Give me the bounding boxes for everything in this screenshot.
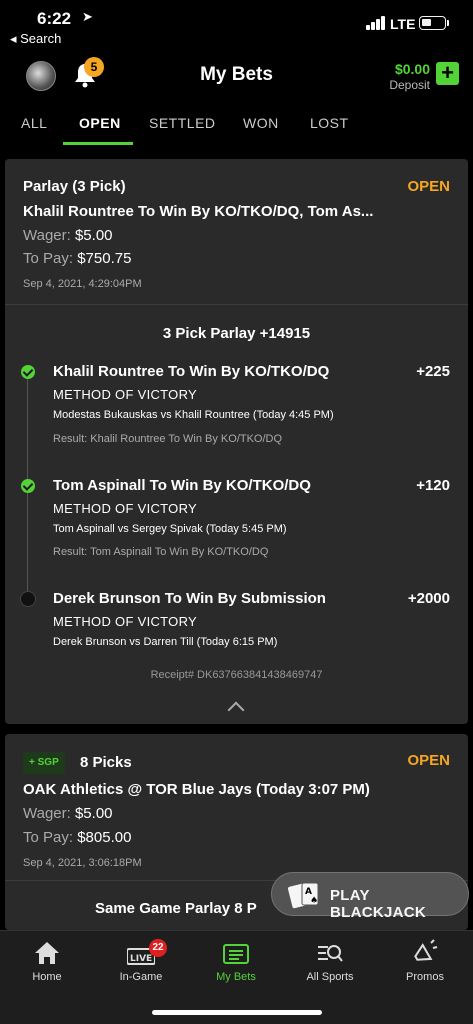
- back-to-search-link[interactable]: ◂ Search: [10, 31, 61, 47]
- tab-won[interactable]: WON: [243, 115, 279, 131]
- signal-icon: [366, 16, 386, 30]
- svg-text:♠: ♠: [310, 896, 318, 906]
- live-count-badge: 22: [149, 939, 167, 957]
- clock: 6:22: [37, 9, 72, 28]
- nav-my-bets[interactable]: My Bets: [189, 931, 283, 991]
- won-check-icon: [21, 365, 35, 379]
- to-pay-label: To Pay:: [23, 250, 74, 267]
- to-pay-row: To Pay: $750.75: [23, 250, 131, 267]
- leg-market: METHOD OF VICTORY: [53, 614, 198, 629]
- status-bar: 6:22 ➤ ◂ Search LTE: [0, 0, 473, 52]
- nav-label: In-Game: [119, 971, 163, 983]
- deposit-label: Deposit: [389, 78, 430, 92]
- pending-dot-icon: [20, 591, 36, 607]
- leg-market: METHOD OF VICTORY: [53, 501, 198, 516]
- header: 5 My Bets $0.00 Deposit +: [0, 52, 473, 100]
- receipt-number: Receipt# DK637663841438469747: [150, 669, 323, 681]
- svg-text:LIVE: LIVE: [130, 954, 152, 964]
- leg-title: Derek Brunson To Win By Submission: [53, 590, 326, 607]
- play-blackjack-button[interactable]: A ♠ PLAY BLACKJACK: [271, 872, 469, 921]
- bet-type: 8 Picks: [80, 754, 132, 771]
- bet-status: OPEN: [407, 178, 450, 195]
- deposit-add-button[interactable]: +: [436, 62, 459, 85]
- divider: [5, 304, 468, 305]
- tab-open[interactable]: OPEN: [79, 115, 121, 131]
- placed-date: Sep 4, 2021, 4:29:04PM: [23, 278, 142, 290]
- battery-icon: [419, 16, 446, 30]
- to-pay-label: To Pay:: [23, 829, 74, 846]
- tab-lost[interactable]: LOST: [310, 115, 349, 131]
- megaphone-icon: [414, 939, 438, 961]
- list-search-icon: [318, 945, 343, 962]
- leg-odds: +120: [416, 477, 450, 494]
- nav-label: My Bets: [216, 971, 256, 983]
- leg-event: Derek Brunson vs Darren Till (Today 6:15…: [53, 636, 278, 648]
- to-pay-row: To Pay: $805.00: [23, 829, 131, 846]
- leg-title: Khalil Rountree To Win By KO/TKO/DQ: [53, 363, 330, 380]
- leg-odds: +225: [416, 363, 450, 380]
- balance[interactable]: $0.00 Deposit: [389, 61, 430, 92]
- leg-odds: +2000: [407, 590, 450, 607]
- to-pay-amount: $750.75: [77, 250, 132, 267]
- bet-filter-tabs: ALL OPEN SETTLED WON LOST: [0, 100, 473, 146]
- bet-title: Khalil Rountree To Win By KO/TKO/DQ, Tom…: [23, 203, 374, 220]
- nav-all-sports[interactable]: All Sports: [283, 931, 377, 991]
- placed-date: Sep 4, 2021, 3:06:18PM: [23, 857, 142, 869]
- home-indicator[interactable]: [152, 1010, 322, 1015]
- wager-amount: $5.00: [74, 805, 113, 822]
- parlay-header: 3 Pick Parlay +14915: [162, 325, 311, 342]
- sgp-badge: + SGP: [23, 752, 65, 774]
- leg-title: Tom Aspinall To Win By KO/TKO/DQ: [53, 477, 311, 494]
- leg-result: Result: Khalil Rountree To Win By KO/TKO…: [53, 433, 283, 445]
- playing-cards-icon: A ♠: [288, 882, 319, 909]
- tab-settled[interactable]: SETTLED: [149, 115, 216, 131]
- wager-label: Wager:: [23, 227, 71, 244]
- chevron-up-icon[interactable]: [227, 701, 245, 719]
- active-tab-indicator: [63, 142, 133, 145]
- leg-market: METHOD OF VICTORY: [53, 387, 198, 402]
- balance-amount: $0.00: [394, 61, 430, 77]
- home-icon: [35, 942, 59, 964]
- play-blackjack-label: PLAY BLACKJACK: [330, 887, 427, 921]
- nav-label: All Sports: [306, 971, 354, 983]
- wager-amount: $5.00: [74, 227, 113, 244]
- nav-promos[interactable]: Promos: [378, 931, 472, 991]
- bet-type: Parlay (3 Pick): [23, 178, 126, 195]
- bet-card[interactable]: Parlay (3 Pick) OPEN Khalil Rountree To …: [5, 159, 468, 724]
- leg-result: Result: Tom Aspinall To Win By KO/TKO/DQ: [53, 546, 269, 558]
- leg-event: Modestas Bukauskas vs Khalil Rountree (T…: [53, 409, 334, 421]
- nav-label: Promos: [406, 971, 444, 983]
- parlay-header: Same Game Parlay 8 P: [95, 900, 257, 917]
- bet-title: OAK Athletics @ TOR Blue Jays (Today 3:0…: [23, 781, 370, 798]
- bet-status: OPEN: [407, 752, 450, 769]
- nav-home[interactable]: Home: [0, 931, 94, 991]
- nav-label: Home: [32, 971, 62, 983]
- wager-label: Wager:: [23, 805, 71, 822]
- to-pay-amount: $805.00: [77, 829, 132, 846]
- nav-in-game[interactable]: LIVE 22 In-Game: [94, 931, 188, 991]
- network-type: LTE: [390, 16, 416, 32]
- location-arrow-icon: ➤: [82, 9, 93, 24]
- receipt-icon: [223, 944, 249, 964]
- tab-all[interactable]: ALL: [21, 115, 47, 131]
- leg-event: Tom Aspinall vs Sergey Spivak (Today 5:4…: [53, 523, 287, 535]
- wager-row: Wager: $5.00: [23, 227, 113, 244]
- won-check-icon: [21, 479, 35, 493]
- wager-row: Wager: $5.00: [23, 805, 113, 822]
